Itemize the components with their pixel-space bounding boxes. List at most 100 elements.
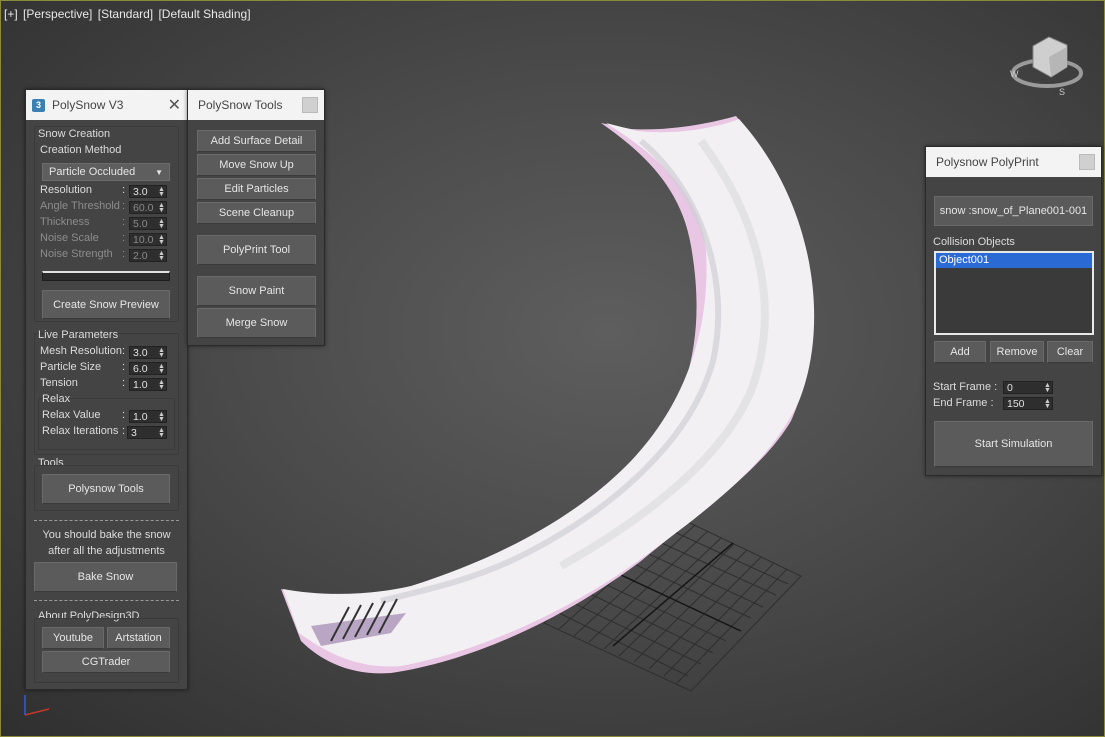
mesh-resolution-spinner[interactable]: 3.0 ▲ ▼ [129, 346, 167, 359]
divider [34, 520, 179, 521]
colon: : [122, 184, 126, 196]
snow-mesh [281, 116, 815, 674]
noise-scale-label: Noise Scale [40, 232, 99, 244]
snow-object-picker[interactable]: snow :snow_of_Plane001-001 [934, 196, 1093, 226]
spinner-arrows-icon: ▲ ▼ [158, 249, 165, 262]
spinner-arrows-icon: ▲ ▼ [158, 201, 165, 214]
polysnow-tools-window: PolySnow Tools Add Surface Detail Move S… [187, 89, 325, 346]
colon: : [122, 200, 126, 212]
spinner-arrows-icon[interactable]: ▲ ▼ [1043, 398, 1052, 410]
tension-spinner[interactable]: 1.0 ▲ ▼ [129, 378, 167, 391]
add-surface-detail-button[interactable]: Add Surface Detail [197, 130, 316, 152]
edit-particles-button[interactable]: Edit Particles [197, 178, 316, 200]
cgtrader-button[interactable]: CGTrader [42, 651, 170, 673]
angle-threshold-spinner: 60.0 ▲ ▼ [129, 201, 167, 214]
spinner-arrows-icon[interactable]: ▲ ▼ [157, 411, 166, 423]
spinner-arrows-icon[interactable]: ▲ ▼ [157, 186, 166, 198]
viewcube-west-label: W [1010, 69, 1019, 79]
scene-cleanup-button[interactable]: Scene Cleanup [197, 202, 316, 224]
chevron-down-icon: ▼ [155, 167, 163, 177]
axis-tripod-icon [24, 695, 50, 716]
snow-creation-heading: Snow Creation [38, 128, 111, 140]
creation-method-select[interactable]: Particle Occluded ▼ [42, 163, 170, 181]
colon: : [122, 232, 126, 244]
add-button[interactable]: Add [934, 341, 986, 363]
relax-group [38, 398, 175, 450]
end-frame-spinner[interactable]: 150 ▲ ▼ [1003, 397, 1053, 410]
relax-value-label: Relax Value [42, 409, 101, 421]
spinner-arrows-icon: ▲ ▼ [158, 233, 165, 246]
creation-method-label: Creation Method [40, 144, 122, 156]
polysnow-tools-titlebar[interactable]: PolySnow Tools [188, 90, 324, 120]
viewport-label[interactable]: [+] [Perspective] [Standard] [Default Sh… [4, 7, 253, 21]
spinner-arrows-icon[interactable]: ▲ ▼ [157, 347, 166, 359]
divider [34, 600, 179, 601]
clear-button[interactable]: Clear [1047, 341, 1093, 363]
spinner-arrows-icon: ▲ ▼ [158, 217, 165, 230]
artstation-button[interactable]: Artstation [107, 627, 170, 649]
move-snow-up-button[interactable]: Move Snow Up [197, 154, 316, 176]
collision-objects-label: Collision Objects [933, 236, 1015, 248]
polyprint-window: Polysnow PolyPrint snow :snow_of_Plane00… [925, 146, 1102, 476]
progress-bar [42, 271, 170, 281]
colon: : [122, 425, 126, 437]
list-item[interactable]: Object001 [936, 253, 1092, 268]
window-title: PolySnow Tools [198, 98, 283, 112]
bake-note-line2: after all the adjustments [48, 545, 165, 557]
window-control-icon[interactable] [302, 97, 318, 113]
noise-strength-label: Noise Strength [40, 248, 113, 260]
resolution-label: Resolution [40, 184, 92, 196]
window-title: Polysnow PolyPrint [936, 155, 1039, 169]
snow-paint-button[interactable]: Snow Paint [197, 276, 316, 306]
merge-snow-button[interactable]: Merge Snow [197, 308, 316, 338]
noise-strength-spinner: 2.0 ▲ ▼ [129, 249, 167, 262]
spinner-arrows-icon[interactable]: ▲ ▼ [157, 427, 166, 439]
noise-scale-spinner: 10.0 ▲ ▼ [129, 233, 167, 246]
particle-size-spinner[interactable]: 6.0 ▲ ▼ [129, 362, 167, 375]
polysnow-v3-titlebar[interactable]: 3 PolySnow V3 ✕ [26, 90, 187, 120]
polyprint-titlebar[interactable]: Polysnow PolyPrint [926, 147, 1101, 177]
polysnow-tools-button[interactable]: Polysnow Tools [42, 474, 170, 504]
close-icon[interactable]: ✕ [168, 95, 181, 115]
live-parameters-heading: Live Parameters [38, 329, 119, 341]
collision-objects-list[interactable]: Object001 [934, 251, 1094, 335]
relax-iterations-label: Relax Iterations [42, 425, 119, 437]
youtube-button[interactable]: Youtube [42, 627, 104, 649]
particle-size-label: Particle Size [40, 361, 102, 373]
relax-iterations-spinner[interactable]: 3 ▲ ▼ [127, 426, 167, 439]
remove-button[interactable]: Remove [990, 341, 1044, 363]
relax-value-spinner[interactable]: 1.0 ▲ ▼ [129, 410, 167, 423]
viewcube[interactable] [1011, 36, 1083, 88]
start-simulation-button[interactable]: Start Simulation [934, 421, 1093, 467]
mesh-resolution-label: Mesh Resolution [40, 345, 122, 357]
viewport-menu-perspective[interactable]: [Perspective] [23, 7, 92, 21]
app-logo-icon: 3 [32, 98, 45, 112]
colon: : [122, 216, 126, 228]
spinner-arrows-icon[interactable]: ▲ ▼ [157, 379, 166, 391]
colon: : [122, 361, 126, 373]
bake-note-line1: You should bake the snow [42, 529, 171, 541]
thickness-spinner: 5.0 ▲ ▼ [129, 217, 167, 230]
viewport-menu-standard[interactable]: [Standard] [98, 7, 153, 21]
window-control-icon[interactable] [1079, 154, 1095, 170]
relax-heading: Relax [42, 393, 71, 405]
create-snow-preview-button[interactable]: Create Snow Preview [42, 290, 170, 319]
viewcube-south-label: S [1059, 87, 1066, 97]
viewport-menu-plus[interactable]: [+] [4, 7, 18, 21]
thickness-label: Thickness [40, 216, 90, 228]
polyprint-tool-button[interactable]: PolyPrint Tool [197, 235, 316, 265]
viewport-menu-shading[interactable]: [Default Shading] [158, 7, 250, 21]
colon: : [122, 409, 126, 421]
start-frame-spinner[interactable]: 0 ▲ ▼ [1003, 381, 1053, 394]
spinner-arrows-icon[interactable]: ▲ ▼ [1043, 382, 1052, 394]
resolution-spinner[interactable]: 3.0 ▲ ▼ [129, 185, 167, 198]
colon: : [122, 248, 126, 260]
creation-method-value: Particle Occluded [49, 166, 136, 178]
colon: : [122, 345, 126, 357]
start-frame-label: Start Frame : [933, 381, 998, 393]
spinner-arrows-icon[interactable]: ▲ ▼ [157, 363, 166, 375]
bake-snow-button[interactable]: Bake Snow [34, 562, 177, 592]
colon: : [122, 377, 126, 389]
window-title: PolySnow V3 [52, 98, 124, 112]
tension-label: Tension [40, 377, 78, 389]
